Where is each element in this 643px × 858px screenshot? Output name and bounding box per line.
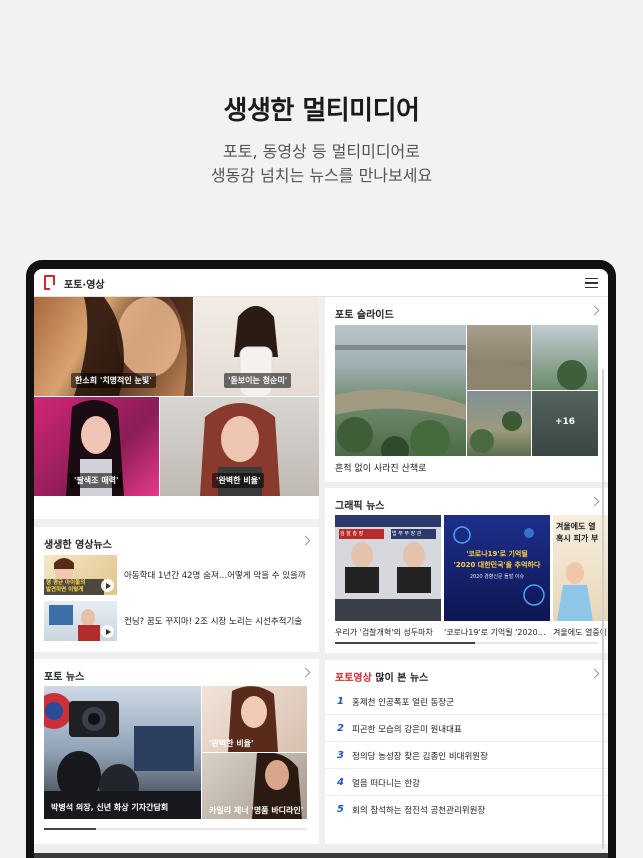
slide-photo-more[interactable]: +16 — [532, 391, 598, 456]
graphic-thumb[interactable]: '코로나19'로 기억될 '2020 대한민국'을 추억하다 2020 경향신문… — [444, 515, 550, 621]
rank-title[interactable]: 얼음 떠다니는 한강 — [352, 777, 420, 789]
most-viewed-card: 포토영상 많이 본 뉴스 1 홍제천 인공폭포 얼린 동장군 2 피곤한 모습의… — [325, 660, 608, 844]
chevron-right-icon[interactable] — [589, 305, 600, 316]
photo-slide-card: 포토 슬라이드 +16 흔적 없이 사라진 산책로 — [325, 297, 608, 482]
graphic-headline: 겨울에도 열 — [556, 522, 596, 531]
rank-number: 5 — [337, 804, 344, 815]
photo-caption: '완벽한 비율' — [212, 473, 265, 488]
featured-photo[interactable]: '완벽한 비율' — [160, 397, 319, 496]
scroll-indicator — [335, 642, 598, 644]
thumbnail-overlay-text: 형 평균 아이돌의 발견하면 이렇게 — [46, 580, 86, 593]
rank-number: 2 — [337, 723, 344, 734]
ranked-news-item[interactable]: 4 얼음 떠다니는 한강 — [325, 769, 608, 796]
card-title: 포토영상 많이 본 뉴스 — [335, 669, 428, 684]
graphic-news-card: 그래픽 뉴스 검 찰 총 장 법 무 부 장 관 '코로나19'로 기억될 '2… — [325, 488, 608, 653]
top-bar: 포토·영상 — [34, 269, 608, 297]
section-title: 포토·영상 — [64, 280, 105, 291]
featured-photo[interactable]: '돋보이는 청순미' — [194, 297, 319, 396]
card-title: 포토 뉴스 — [44, 672, 85, 683]
rank-number: 4 — [337, 777, 344, 788]
photo-caption: 카일리 제너 '명품 바디라인' — [209, 806, 304, 815]
card-title-highlight: 포토영상 — [335, 673, 372, 684]
video-thumbnail[interactable]: 형 평균 아이돌의 발견하면 이렇게 — [44, 555, 117, 595]
featured-photo[interactable]: '팔색조 매력' — [34, 397, 159, 496]
ranked-news-item[interactable]: 3 정의당 농성장 찾은 김종인 비대위원장 — [325, 742, 608, 769]
hero-subtitle-line2: 생동감 넘치는 뉴스를 만나보세요 — [210, 166, 433, 185]
page-scrollbar[interactable] — [602, 369, 604, 849]
video-item[interactable]: 컨닝? 꿈도 꾸지마! 2조 시장 노리는 시선추적기술 — [44, 601, 309, 641]
tablet-frame: 포토·영상 한소희 '치명적인 눈빛' '돋보이는 청순미' '팔색조 매력' … — [26, 260, 616, 858]
logo-icon[interactable] — [44, 275, 55, 290]
photo-caption: 한소희 '치명적인 눈빛' — [71, 373, 156, 388]
hamburger-menu-icon[interactable] — [585, 278, 598, 288]
ranked-news-item[interactable]: 2 피곤한 모습의 강은미 원내대표 — [325, 715, 608, 742]
hero-subtitle-line1: 포토, 동영상 등 멀티미디어로 — [223, 142, 420, 161]
video-item[interactable]: 형 평균 아이돌의 발견하면 이렇게 아동학대 1년간 42명 숨져…어떻게 막… — [44, 555, 309, 595]
photo-news-side[interactable]: 카일리 제너 '명품 바디라인' — [202, 753, 307, 819]
app-screen: 포토·영상 한소희 '치명적인 눈빛' '돋보이는 청순미' '팔색조 매력' … — [34, 269, 608, 858]
video-title[interactable]: 아동학대 1년간 42명 숨져…어떻게 막을 수 있을까 — [124, 569, 306, 581]
featured-photo[interactable]: 한소희 '치명적인 눈빛' — [34, 297, 193, 396]
scroll-indicator — [44, 828, 307, 830]
graphic-headline: '2020 대한민국'을 추억하다 — [453, 561, 541, 569]
graphic-thumb[interactable]: 검 찰 총 장 법 무 부 장 관 — [335, 515, 441, 621]
slide-photo[interactable] — [467, 325, 531, 390]
graphic-caption[interactable]: '코로나19'로 기억될 '2020… — [444, 627, 550, 638]
graphic-headline: '코로나19'로 기억될 — [466, 550, 528, 558]
scroll-indicator-thumb — [44, 828, 96, 830]
photo-caption: '팔색조 매력' — [70, 473, 123, 488]
play-icon[interactable] — [101, 579, 114, 592]
rank-title[interactable]: 홍제천 인공폭포 얼린 동장군 — [352, 696, 454, 708]
card-title: 생생한 영상뉴스 — [44, 540, 112, 551]
bottom-bar — [34, 853, 608, 858]
photo-news-card: 포토 뉴스 박병석 의장, 신년 화상 기자간담회 '완벽한 비율' 카일리 제… — [34, 659, 319, 844]
video-title[interactable]: 컨닝? 꿈도 꾸지마! 2조 시장 노리는 시선추적기술 — [124, 615, 302, 627]
slide-caption[interactable]: 흔적 없이 사라진 산책로 — [335, 461, 426, 474]
graphic-label: 법 무 부 장 관 — [392, 531, 422, 537]
card-title-rest: 많이 본 뉴스 — [371, 673, 429, 684]
ranked-news-item[interactable]: 1 홍제천 인공폭포 얼린 동장군 — [325, 688, 608, 715]
graphic-subtext: 2020 경향신문 돌발 이슈 — [469, 574, 525, 580]
slide-photo-main[interactable] — [335, 325, 466, 456]
chevron-right-icon[interactable] — [300, 667, 311, 678]
slide-photo[interactable] — [532, 325, 598, 390]
photo-news-side[interactable]: '완벽한 비율' — [202, 686, 307, 752]
rank-number: 1 — [337, 696, 344, 707]
graphic-caption[interactable]: 우리가 '검찰개혁'의 성두마차 — [335, 627, 441, 638]
graphic-headline: 혹시 피가 부 — [556, 534, 599, 543]
hero-subtitle: 포토, 동영상 등 멀티미디어로 생동감 넘치는 뉴스를 만나보세요 — [0, 140, 643, 188]
video-thumbnail[interactable] — [44, 601, 117, 641]
photo-caption: '완벽한 비율' — [209, 739, 254, 748]
play-icon[interactable] — [101, 625, 114, 638]
card-title: 포토 슬라이드 — [335, 310, 394, 321]
chevron-right-icon[interactable] — [589, 496, 600, 507]
chevron-right-icon[interactable] — [300, 535, 311, 546]
rank-title[interactable]: 피곤한 모습의 강은미 원내대표 — [352, 723, 462, 735]
graphic-label: 검 찰 총 장 — [340, 531, 364, 537]
ranked-news-item[interactable]: 5 회의 참석하는 정진석 공천관리위원장 — [325, 796, 608, 823]
hero-title: 생생한 멀티미디어 — [223, 96, 420, 126]
video-news-card: 생생한 영상뉴스 형 평균 아이돌의 발견하면 이렇게 아동학대 1년간 42명… — [34, 527, 319, 652]
chevron-right-icon[interactable] — [589, 668, 600, 679]
card-title: 그래픽 뉴스 — [335, 501, 385, 512]
photo-news-main[interactable]: 박병석 의장, 신년 화상 기자간담회 — [44, 686, 201, 819]
more-photos-count: +16 — [554, 417, 576, 427]
rank-title[interactable]: 회의 참석하는 정진석 공천관리위원장 — [352, 804, 485, 816]
slide-photo[interactable] — [467, 391, 531, 456]
scroll-indicator-thumb — [335, 642, 475, 644]
featured-gallery: 한소희 '치명적인 눈빛' '돋보이는 청순미' '팔색조 매력' '완벽한 비… — [34, 297, 319, 549]
graphic-thumb[interactable]: 겨울에도 열 혹시 피가 부 — [553, 515, 608, 621]
graphic-caption[interactable]: 겨울에도 열중이 — [553, 627, 608, 638]
rank-number: 3 — [337, 750, 344, 761]
rank-title[interactable]: 정의당 농성장 찾은 김종인 비대위원장 — [352, 750, 488, 762]
photo-caption: '돋보이는 청순미' — [224, 373, 292, 388]
photo-caption: 박병석 의장, 신년 화상 기자간담회 — [51, 803, 169, 812]
